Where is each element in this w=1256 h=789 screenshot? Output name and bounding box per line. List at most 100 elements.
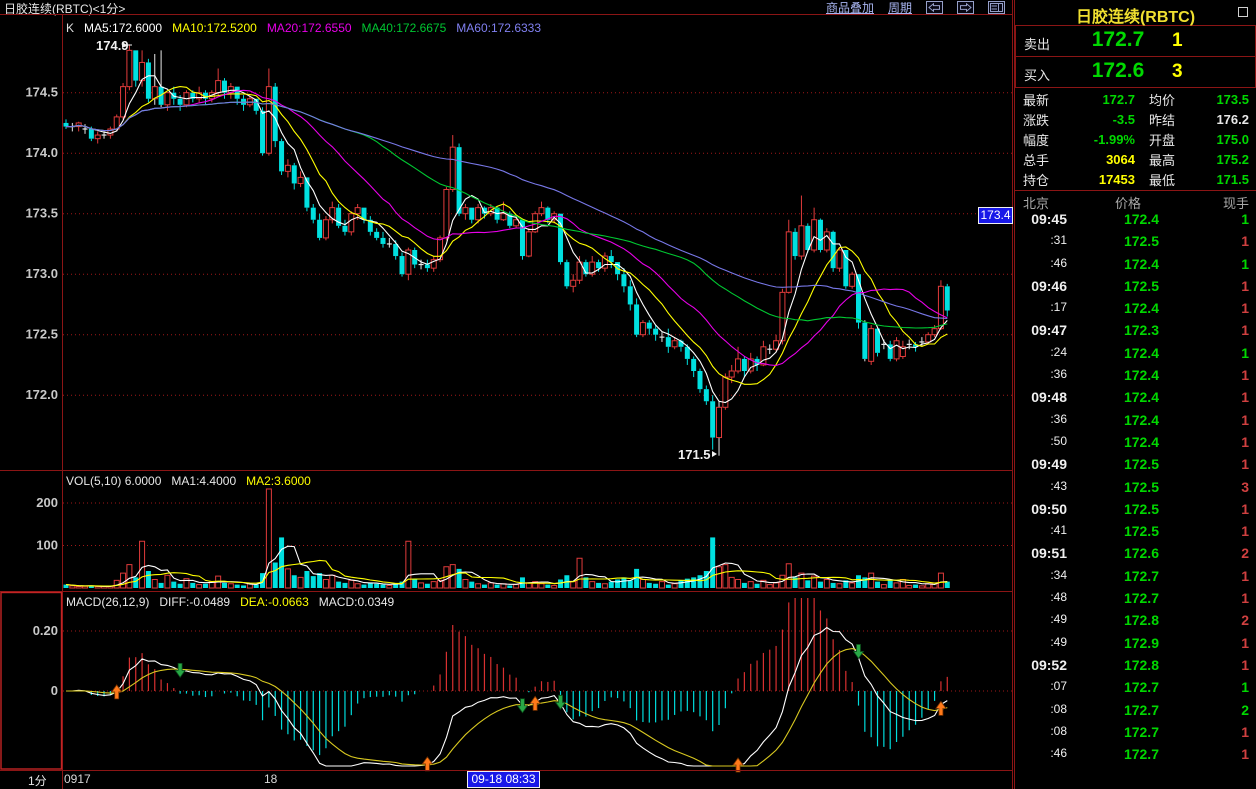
svg-text:174.0: 174.0 xyxy=(25,145,58,160)
tick-time: :46 xyxy=(1015,256,1067,270)
tick-row: :36 172.4 1 xyxy=(1015,365,1256,387)
tick-time: :48 xyxy=(1015,590,1067,604)
tick-qty: 1 xyxy=(1241,367,1249,383)
tick-time: :46 xyxy=(1015,746,1067,760)
stat-value: 176.2 xyxy=(1189,112,1256,127)
svg-text:173.5: 173.5 xyxy=(25,206,58,221)
stat-label: 均价 xyxy=(1135,90,1189,109)
tick-qty: 1 xyxy=(1241,523,1249,539)
tick-row: :08172.72 xyxy=(1015,700,1256,722)
tick-price: 172.8 xyxy=(1093,612,1159,628)
tick-row: :07172.71 xyxy=(1015,677,1256,699)
quote-title: 日胶连续(RBTC) xyxy=(1015,3,1256,27)
kline-chart[interactable]: 174.5174.0173.5173.0172.5172.02001000.20… xyxy=(0,0,1013,789)
svg-text:172.0: 172.0 xyxy=(25,387,58,402)
tick-price: 172.5 xyxy=(1093,523,1159,539)
tick-qty: 3 xyxy=(1241,479,1249,495)
tick-time: 09:52 xyxy=(1015,657,1067,673)
tick-qty: 1 xyxy=(1241,278,1249,294)
macd-value-label: MACD(26,12,9) xyxy=(66,595,149,609)
tick-qty: 1 xyxy=(1241,501,1249,517)
stat-value: 3064 xyxy=(1063,152,1135,167)
tick-row: :17172.41 xyxy=(1015,298,1256,320)
tick-row: :48172.71 xyxy=(1015,588,1256,610)
tick-price: 172.7 xyxy=(1093,568,1159,584)
stat-label: 最低 xyxy=(1135,170,1189,189)
ma-value-label: MA20:172.6550 xyxy=(267,21,352,35)
tick-time: 09:47 xyxy=(1015,322,1067,338)
tick-price: 172.5 xyxy=(1093,233,1159,249)
tick-price: 172.9 xyxy=(1093,635,1159,651)
ma-value-label: MA10:172.5200 xyxy=(172,21,257,35)
tick-row: 09:52 172.8 1 xyxy=(1015,655,1256,677)
bid-row[interactable]: 买入 172.6 3 xyxy=(1015,57,1256,88)
bid-label: 买入 xyxy=(1024,65,1050,84)
stat-label: 持仓 xyxy=(1015,170,1063,189)
tick-row: 09:45172.41 xyxy=(1015,209,1256,231)
tick-row: :43172.53 xyxy=(1015,477,1256,499)
tick-qty: 1 xyxy=(1241,679,1249,695)
ma-value-label: MA40:172.6675 xyxy=(362,21,447,35)
time-axis-label: 18 xyxy=(264,772,277,786)
svg-text:200: 200 xyxy=(36,495,58,510)
tick-row: :46172.71 xyxy=(1015,744,1256,766)
tick-list[interactable]: 09:45172.41:31172.51:46172.4109:46172.51… xyxy=(1015,209,1256,766)
svg-text:172.5: 172.5 xyxy=(25,327,58,342)
tick-price: 172.5 xyxy=(1093,501,1159,517)
tick-qty: 1 xyxy=(1241,456,1249,472)
bid-price: 172.6 xyxy=(1074,59,1162,83)
tick-qty: 1 xyxy=(1241,657,1249,673)
ma-value-label: MA60:172.6333 xyxy=(456,21,541,35)
tick-time: 09:45 xyxy=(1015,211,1067,227)
tick-price: 172.4 xyxy=(1093,389,1159,405)
tick-time: :50 xyxy=(1015,434,1067,448)
tick-time: :07 xyxy=(1015,679,1067,693)
tick-price: 172.7 xyxy=(1093,590,1159,606)
trading-terminal: 日胶连续(RBTC)<1分> 商品叠加 周期 174.5174.0173.517… xyxy=(0,0,1256,789)
ask-price: 172.7 xyxy=(1074,28,1162,52)
svg-text:0.20: 0.20 xyxy=(33,623,58,638)
ask-row[interactable]: 卖出 172.7 1 xyxy=(1015,26,1256,57)
quote-header: 日胶连续(RBTC) xyxy=(1015,0,1256,26)
tick-row: :49172.91 xyxy=(1015,633,1256,655)
tick-time: :36 xyxy=(1015,367,1067,381)
tick-price: 172.4 xyxy=(1093,345,1159,361)
ma-value-label: K xyxy=(66,21,74,35)
tick-price: 172.4 xyxy=(1093,300,1159,316)
tick-row: 09:51172.62 xyxy=(1015,543,1256,565)
tick-row: :34172.71 xyxy=(1015,566,1256,588)
tick-price: 172.7 xyxy=(1093,702,1159,718)
tick-qty: 1 xyxy=(1241,322,1249,338)
stat-value: 172.7 xyxy=(1063,92,1135,107)
tick-time: :08 xyxy=(1015,724,1067,738)
period-label: 1分 xyxy=(28,772,47,789)
tick-qty: 1 xyxy=(1241,389,1249,405)
ask-label: 卖出 xyxy=(1024,34,1050,53)
stat-value: 173.5 xyxy=(1189,92,1256,107)
tick-time: 09:51 xyxy=(1015,545,1067,561)
tick-time: 09:48 xyxy=(1015,389,1067,405)
tick-price: 172.8 xyxy=(1093,657,1159,673)
tick-time: :08 xyxy=(1015,702,1067,716)
time-cursor-tag: 09-18 08:33 xyxy=(467,771,540,788)
tick-price: 172.4 xyxy=(1093,367,1159,383)
macd-indicator-header: MACD(26,12,9)DIFF:-0.0489DEA:-0.0663MACD… xyxy=(66,595,404,609)
tick-time: 09:46 xyxy=(1015,278,1067,294)
stat-label: 总手 xyxy=(1015,150,1063,169)
stat-label: 开盘 xyxy=(1135,130,1189,149)
tick-qty: 1 xyxy=(1241,345,1249,361)
tick-row: :50172.41 xyxy=(1015,432,1256,454)
stat-value: -1.99% xyxy=(1063,132,1135,147)
tick-qty: 1 xyxy=(1241,724,1249,740)
tick-qty: 2 xyxy=(1241,545,1249,561)
tick-row: 09:46172.51 xyxy=(1015,276,1256,298)
vol-value-label: MA2:3.6000 xyxy=(246,474,311,488)
tick-time: 09:50 xyxy=(1015,501,1067,517)
tick-time: :49 xyxy=(1015,612,1067,626)
tick-time: :17 xyxy=(1015,300,1067,314)
stat-label: 涨跌 xyxy=(1015,110,1063,129)
window-box-icon[interactable] xyxy=(1238,7,1248,17)
tick-time: :41 xyxy=(1015,523,1067,537)
tick-time: 09:49 xyxy=(1015,456,1067,472)
tick-qty: 2 xyxy=(1241,612,1249,628)
